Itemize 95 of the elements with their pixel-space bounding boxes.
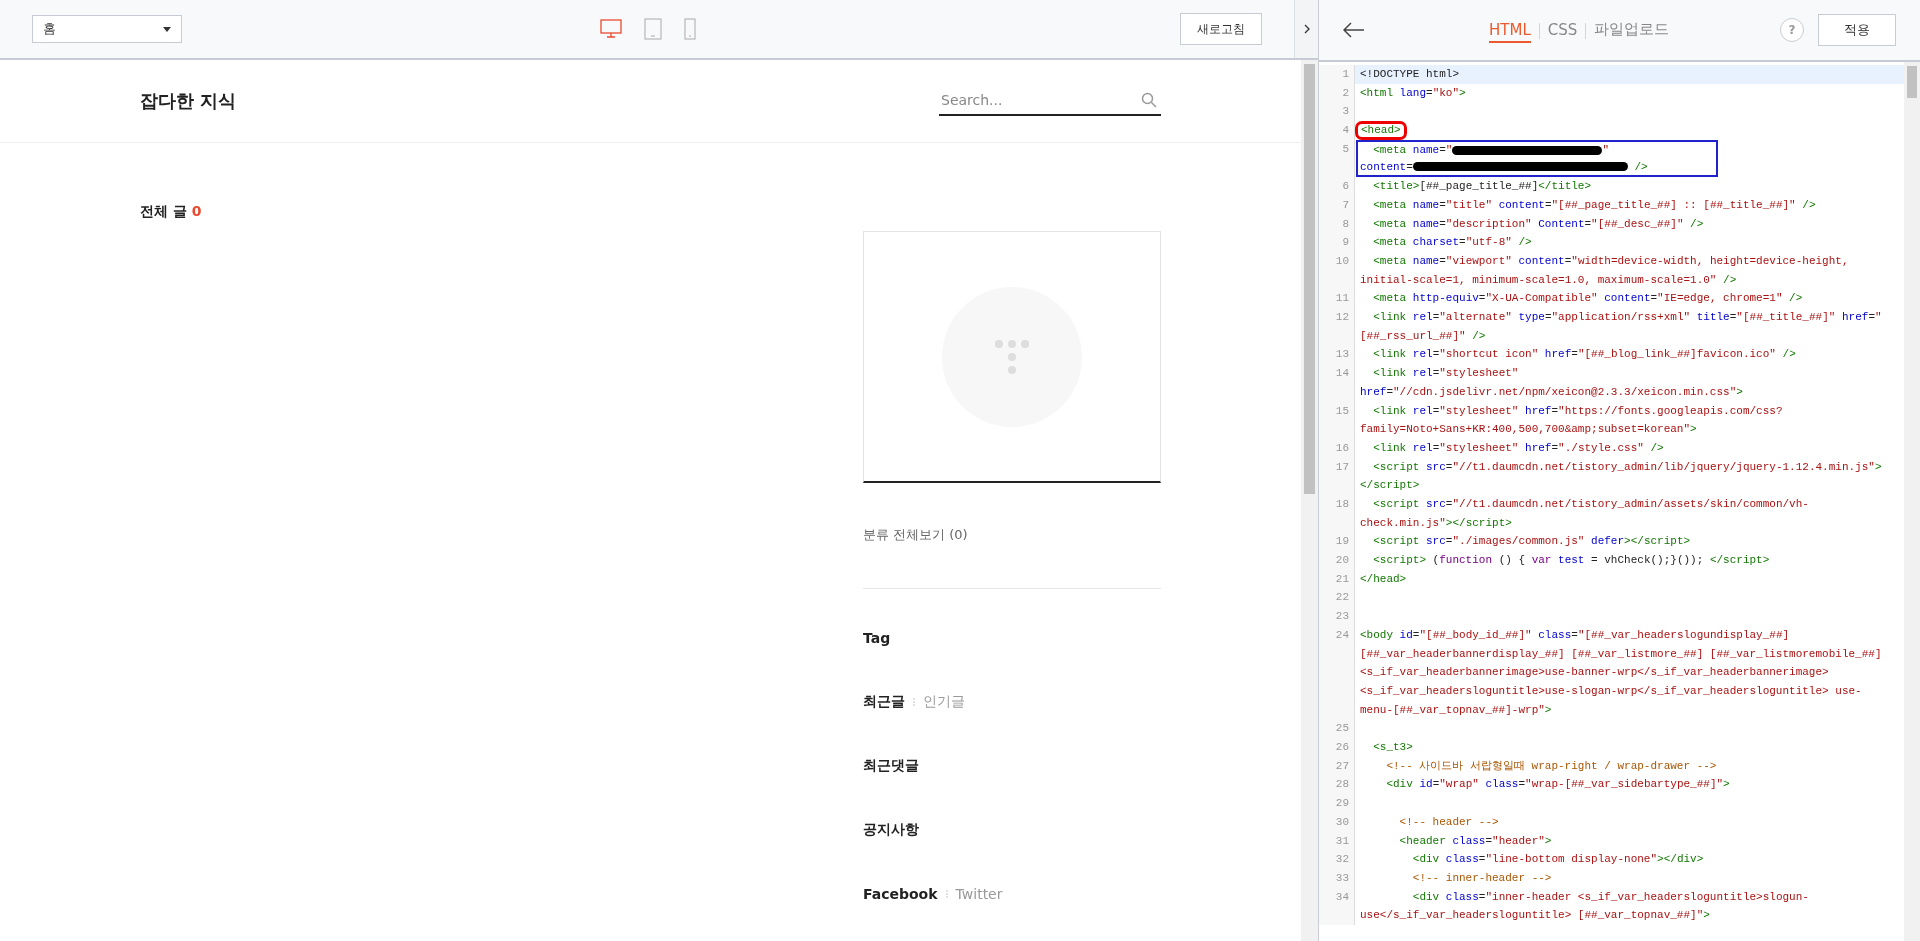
tablet-icon[interactable] — [644, 18, 662, 40]
code-text: <title>[##_page_title_##]</title> — [1372, 179, 1592, 195]
sidebar-tab[interactable]: 최근글 — [863, 692, 905, 711]
sidebar-tab[interactable]: Tag — [863, 629, 891, 646]
line-number: 15 — [1319, 401, 1355, 439]
scrollbar[interactable] — [1301, 60, 1318, 941]
line-number: 26 — [1319, 738, 1355, 757]
code-text: <!-- inner-header --> — [1411, 870, 1552, 886]
line-number: 11 — [1319, 289, 1355, 309]
sidebar-tab[interactable]: Facebook — [863, 885, 938, 902]
code-text: family=Noto+Sans+KR:400,500,700&amp;subset=korean"> — [1360, 422, 1697, 438]
code-text: <s_if_var_headersloguntitle>use-slogan-wrp</s_if_var_headersloguntitle> use- — [1360, 683, 1862, 699]
caret-icon — [163, 26, 171, 32]
page-select[interactable]: 홈 — [32, 15, 182, 43]
code-text: </script> — [1360, 478, 1420, 494]
scrollbar[interactable] — [1904, 62, 1920, 941]
line-number: 25 — [1319, 719, 1355, 738]
line-number: 9 — [1319, 233, 1355, 252]
code-text: <script src="./images/common.js" defer></script> — [1372, 534, 1691, 550]
code-text: <link rel="stylesheet" href="./style.css" /> — [1372, 440, 1664, 456]
code-text: <html lang="ko"> — [1360, 85, 1466, 101]
chevron-right-icon — [1303, 24, 1310, 34]
code-text: <!-- 사이드바 서랍형일때 wrap-right / wrap-drawer --> — [1385, 758, 1717, 774]
line-number: 34 — [1319, 887, 1355, 925]
search-field[interactable]: Search... — [939, 86, 1161, 116]
line-number: 20 — [1319, 551, 1355, 570]
code-text: <div class="line-bottom display-none"></div> — [1411, 852, 1704, 868]
line-number: 6 — [1319, 177, 1355, 196]
line-number: 13 — [1319, 345, 1355, 365]
code-text: </head> — [1360, 571, 1407, 587]
code-text: [##_rss_url_##]" /> — [1360, 328, 1486, 344]
code-text: = — [1406, 159, 1413, 175]
line-number: 1 — [1319, 65, 1355, 84]
line-number: 18 — [1319, 495, 1355, 533]
code-text: <meta — [1372, 142, 1407, 158]
line-number: 3 — [1319, 102, 1355, 122]
code-text: <script src="//t1.daumcdn.net/tistory_admin/lib/jquery/jquery-1.12.4.min.js"> — [1372, 459, 1882, 475]
line-number: 24 — [1319, 625, 1355, 720]
line-number: 10 — [1319, 252, 1355, 290]
code-text: href="//cdn.jsdelivr.net/npm/xeicon@2.3.3/xeicon.min.css"> — [1360, 384, 1743, 400]
code-text: menu-[##_var_topnav_##]-wrp"> — [1360, 702, 1552, 718]
collapse-button[interactable] — [1294, 0, 1318, 58]
code-text: <link rel="stylesheet" — [1372, 366, 1519, 382]
line-number: 5 — [1319, 139, 1355, 178]
code-text: <meta http-equiv="X-UA-Compatible" content="IE=edge, chrome=1" /> — [1372, 291, 1803, 307]
code-text: <link rel="stylesheet" href="https://fonts.googleapis.com/css? — [1372, 403, 1783, 419]
code-text: use</s_if_var_headersloguntitle> [##_var_topnav_##]"> — [1360, 908, 1710, 924]
line-number: 28 — [1319, 775, 1355, 795]
code-text: initial-scale=1, minimum-scale=1.0, maximum-scale=1.0" /> — [1360, 272, 1737, 288]
code-text: " — [1602, 142, 1610, 158]
desktop-icon[interactable] — [600, 19, 622, 39]
back-arrow-icon[interactable] — [1343, 22, 1365, 38]
refresh-button[interactable]: 새로고침 — [1180, 13, 1262, 45]
code-text: <meta name="viewport" content="width=device-width, height=device-height, — [1372, 254, 1849, 269]
search-icon — [1141, 92, 1157, 108]
code-text: <div class="inner-header <s_if_var_headersloguntitle>slogun- — [1411, 889, 1809, 905]
code-text: <meta charset="utf-8" /> — [1372, 235, 1532, 251]
code-text: = — [1439, 142, 1446, 158]
line-number: 19 — [1319, 532, 1355, 552]
code-text: <!-- header --> — [1398, 814, 1499, 830]
code-text: <!DOCTYPE html> — [1360, 67, 1460, 82]
line-number: 22 — [1319, 588, 1355, 608]
code-text: <s_if_var_headerbannerimage>use-banner-wrp</s_if_var_headerbannerimage> — [1360, 665, 1829, 681]
phone-icon[interactable] — [684, 18, 696, 40]
code-text: <link rel="alternate" type="application/rss+xml" title="[##_title_##]" href=" — [1372, 310, 1882, 326]
code-text: <script src="//t1.daumcdn.net/tistory_admin/assets/skin/common/vh- — [1372, 497, 1809, 512]
code-text: <meta name="description" Content="[##_desc_##]" /> — [1372, 216, 1704, 232]
line-number: 17 — [1319, 457, 1355, 495]
line-number: 23 — [1319, 607, 1355, 626]
blog-title: 잡다한 지식 — [140, 89, 237, 113]
line-number: 4 — [1319, 121, 1355, 140]
code-text: <script> (function () { var test = vhCheck();}()); </script> — [1372, 553, 1770, 569]
post-count: 전체 글 0 — [140, 203, 202, 221]
code-text: check.min.js"></script> — [1360, 515, 1512, 531]
line-number: 29 — [1319, 794, 1355, 813]
code-text: <meta name="title" content="[##_page_title_##] :: [##_title_##]" /> — [1372, 197, 1816, 213]
code-text: <link rel="shortcut icon" href="[##_blog_link_##]favicon.ico" /> — [1372, 347, 1796, 363]
code-text: name — [1411, 142, 1440, 158]
editor-tab[interactable]: 파일업로드 — [1594, 18, 1670, 43]
line-number: 12 — [1319, 308, 1355, 346]
line-number: 32 — [1319, 850, 1355, 869]
sidebar-tab[interactable]: 최근댓글 — [863, 756, 919, 775]
category-link[interactable]: 분류 전체보기 (0) — [863, 526, 1161, 544]
line-number: 14 — [1319, 364, 1355, 402]
code-text: <div id="wrap" class="wrap-[##_var_sidebartype_##]"> — [1385, 777, 1730, 793]
code-text: <header class="header"> — [1398, 833, 1552, 849]
apply-button[interactable]: 적용 — [1818, 14, 1896, 46]
code-text: <s_t3> — [1372, 740, 1413, 755]
code-text: [##_var_headerbannerdisplay_##] [##_var_listmore_##] [##_var_listmoremobile_##] — [1360, 646, 1882, 662]
code-text: <body id="[##_body_id_##]" class="[##_var_headerslogundisplay_##] — [1360, 627, 1790, 643]
code-text: <head> — [1361, 123, 1401, 136]
sidebar-tab[interactable]: 공지사항 — [863, 820, 919, 839]
code-text: " — [1445, 142, 1453, 158]
code-text: /> — [1633, 159, 1648, 175]
code-text: content — [1360, 159, 1407, 175]
